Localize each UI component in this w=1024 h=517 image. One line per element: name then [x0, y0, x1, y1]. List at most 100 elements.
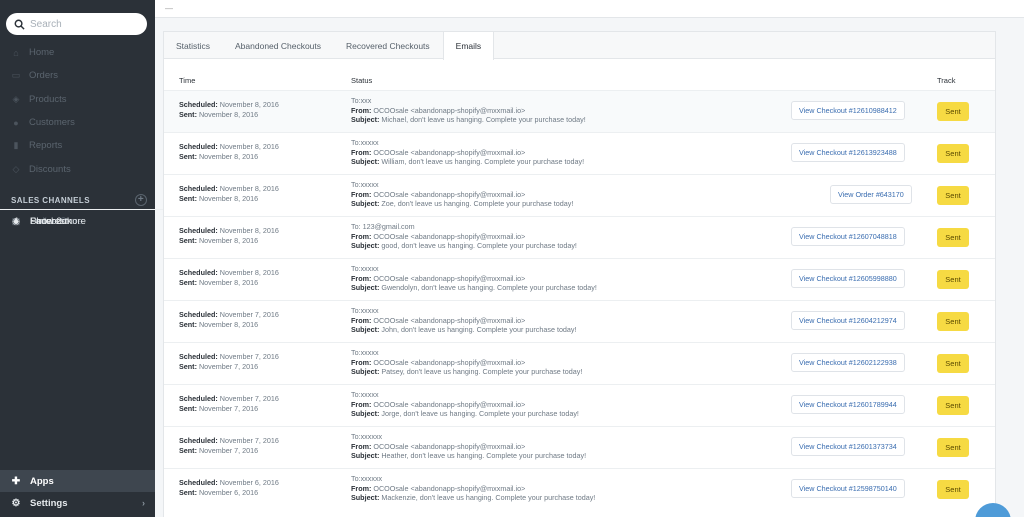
email-status: To:xxx From: OCOOsale <abandonapp-shopify…	[351, 96, 586, 125]
nav-item-products[interactable]: ◈ Products	[0, 88, 155, 111]
email-status: To:xxxxx From: OCOOsale <abandonapp-shopi…	[351, 390, 579, 419]
schedule-info: Scheduled: November 7, 2016 Sent: Novembe…	[179, 310, 279, 329]
apps-icon: ✚	[11, 475, 21, 487]
schedule-info: Scheduled: November 7, 2016 Sent: Novembe…	[179, 394, 279, 413]
add-channel-icon[interactable]: +	[135, 194, 147, 206]
sent-label: Sent:	[179, 151, 197, 161]
scheduled-label: Scheduled:	[179, 478, 218, 487]
tab-abandoned-checkouts[interactable]: Abandoned Checkouts	[223, 32, 334, 59]
email-from: OCOOsale <abandonapp-shopify@mxxmail.io>	[373, 273, 526, 283]
email-status: To:xxxxx From: OCOOsale <abandonapp-shopi…	[351, 306, 577, 335]
email-from: OCOOsale <abandonapp-shopify@mxxmail.io>	[373, 483, 526, 493]
track-status-badge: Sent	[937, 354, 969, 373]
from-label: From:	[351, 399, 372, 409]
scheduled-date: November 8, 2016	[219, 184, 279, 193]
from-label: From:	[351, 441, 372, 451]
from-label: From:	[351, 189, 372, 199]
email-to: To: 123@gmail.com	[351, 222, 415, 231]
nav-item-orders[interactable]: ▭ Orders	[0, 64, 155, 87]
email-to: To:xxxxx	[351, 264, 379, 273]
email-to: To:xxxxx	[351, 306, 379, 315]
nav-item-discounts[interactable]: ◇ Discounts	[0, 157, 155, 180]
nav-item-label: Reports	[29, 140, 63, 152]
column-header-status: Status	[351, 76, 373, 85]
sent-label: Sent:	[179, 109, 197, 119]
nav-item-label: Customers	[29, 117, 75, 129]
scheduled-date: November 7, 2016	[219, 436, 279, 445]
nav-item-label: Apps	[30, 475, 54, 487]
view-checkout-button[interactable]: View Order #643170	[830, 185, 912, 204]
view-checkout-button[interactable]: View Checkout #12601373734	[791, 437, 905, 456]
view-checkout-button[interactable]: View Checkout #12613923488	[791, 143, 905, 162]
emails-card: Statistics Abandoned Checkouts Recovered C…	[163, 31, 996, 517]
sent-date: November 8, 2016	[198, 193, 259, 203]
search-icon	[14, 19, 25, 30]
sales-channels-header: SALES CHANNELS +	[11, 193, 147, 207]
track-status-badge: Sent	[937, 144, 969, 163]
view-checkout-button[interactable]: View Checkout #12610988412	[791, 101, 905, 120]
view-checkout-button[interactable]: View Checkout #12602122938	[791, 353, 905, 372]
track-status-badge: Sent	[937, 480, 969, 499]
email-row: Scheduled: November 6, 2016 Sent: Novembe…	[164, 468, 995, 510]
tab-statistics[interactable]: Statistics	[164, 32, 223, 59]
sent-label: Sent:	[179, 361, 197, 371]
schedule-info: Scheduled: November 8, 2016 Sent: Novembe…	[179, 184, 279, 203]
email-row: Scheduled: November 8, 2016 Sent: Novembe…	[164, 90, 995, 132]
subject-label: Subject:	[351, 283, 380, 292]
scheduled-label: Scheduled:	[179, 142, 218, 151]
email-from: OCOOsale <abandonapp-shopify@mxxmail.io>	[373, 231, 526, 241]
email-row: Scheduled: November 7, 2016 Sent: Novembe…	[164, 300, 995, 342]
nav-item-apps[interactable]: ✚ Apps	[0, 470, 155, 492]
email-row: Scheduled: November 8, 2016 Sent: Novembe…	[164, 258, 995, 300]
email-to: To:xxxxxx	[351, 474, 383, 483]
from-label: From:	[351, 147, 372, 157]
sent-label: Sent:	[179, 277, 197, 287]
view-checkout-button[interactable]: View Checkout #12607048818	[791, 227, 905, 246]
sent-date: November 8, 2016	[198, 235, 259, 245]
email-subject: Jorge, don't leave us hanging. Complete …	[381, 409, 579, 418]
scheduled-label: Scheduled:	[179, 352, 218, 361]
orders-icon: ▭	[11, 70, 21, 81]
tab-bar: Statistics Abandoned Checkouts Recovered C…	[164, 32, 995, 60]
email-to: To:xxxxx	[351, 138, 379, 147]
sent-date: November 6, 2016	[198, 487, 259, 497]
email-subject: William, don't leave us hanging. Complet…	[381, 157, 585, 166]
view-checkout-button[interactable]: View Checkout #12601789944	[791, 395, 905, 414]
scheduled-date: November 7, 2016	[219, 352, 279, 361]
subject-label: Subject:	[351, 199, 380, 208]
email-row: Scheduled: November 8, 2016 Sent: Novembe…	[164, 132, 995, 174]
search-input[interactable]	[30, 18, 140, 30]
nav-item-label: Orders	[29, 70, 59, 82]
scheduled-date: November 8, 2016	[219, 100, 279, 109]
scheduled-label: Scheduled:	[179, 184, 218, 193]
view-checkout-button[interactable]: View Checkout #12604212974	[791, 311, 905, 330]
scheduled-label: Scheduled:	[179, 226, 218, 235]
nav-item-home[interactable]: ⌂ Home	[0, 41, 155, 64]
schedule-info: Scheduled: November 7, 2016 Sent: Novembe…	[179, 436, 279, 455]
sent-date: November 8, 2016	[198, 109, 259, 119]
topbar-divider: —	[165, 4, 173, 13]
nav-item-reports[interactable]: ▮ Reports	[0, 134, 155, 157]
tag-icon: ◈	[12, 93, 20, 104]
email-status: To:xxxxx From: OCOOsale <abandonapp-shopi…	[351, 138, 584, 167]
subject-label: Subject:	[351, 451, 380, 460]
email-status: To:xxxxx From: OCOOsale <abandonapp-shopi…	[351, 180, 573, 209]
nav-item-label: Products	[29, 93, 67, 105]
search-box[interactable]	[6, 13, 147, 35]
tab-emails[interactable]: Emails	[442, 32, 495, 60]
email-status: To:xxxxx From: OCOOsale <abandonapp-shopi…	[351, 348, 582, 377]
sent-label: Sent:	[179, 319, 197, 329]
sent-date: November 7, 2016	[198, 361, 259, 371]
view-checkout-button[interactable]: View Checkout #12605998880	[791, 269, 905, 288]
from-label: From:	[351, 315, 372, 325]
sent-label: Sent:	[179, 487, 197, 497]
scheduled-label: Scheduled:	[179, 310, 218, 319]
from-label: From:	[351, 483, 372, 493]
nav-item-customers[interactable]: ● Customers	[0, 111, 155, 134]
email-subject: John, don't leave us hanging. Complete y…	[381, 325, 577, 334]
view-checkout-button[interactable]: View Checkout #12598750140	[791, 479, 905, 498]
nav-item-settings[interactable]: ⚙ Settings ›	[0, 492, 155, 514]
subject-label: Subject:	[351, 157, 380, 166]
tab-recovered-checkouts[interactable]: Recovered Checkouts	[334, 32, 443, 59]
sent-date: November 8, 2016	[198, 151, 259, 161]
